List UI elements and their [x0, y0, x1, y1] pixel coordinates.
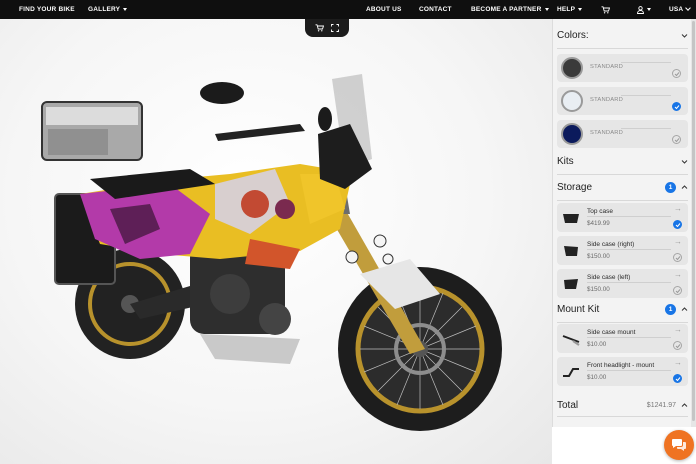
- check-icon: [673, 341, 682, 350]
- nav-contact[interactable]: CONTACT: [419, 0, 452, 19]
- section-mount-kit-header[interactable]: Mount Kit 1: [557, 297, 688, 323]
- item-price: $419.99: [587, 220, 610, 227]
- item-price: $10.00: [587, 374, 607, 381]
- total-label: Total: [557, 400, 579, 411]
- scrollbar-thumb[interactable]: [692, 21, 695, 421]
- check-icon: [672, 135, 681, 144]
- color-option-label: STANDARD: [590, 64, 624, 70]
- chevron-down-icon: [685, 5, 692, 11]
- section-storage-title: Storage: [557, 182, 593, 193]
- nav-help-label: HELP: [557, 6, 576, 13]
- section-kits-header[interactable]: Kits: [557, 149, 688, 175]
- side-case-thumbnail: [564, 246, 578, 256]
- color-swatch-navy: [561, 123, 583, 145]
- section-colors-header[interactable]: Colors:: [557, 23, 688, 49]
- mount-kit-count-badge: 1: [665, 304, 676, 315]
- nav-about-us[interactable]: ABOUT US: [366, 0, 402, 19]
- caret-down-icon: [647, 8, 651, 11]
- nav-about-us-label: ABOUT US: [366, 6, 402, 13]
- country-label: USA: [669, 6, 684, 13]
- caret-down-icon: [123, 8, 128, 11]
- check-icon: [673, 286, 682, 295]
- color-option-label: STANDARD: [590, 130, 624, 136]
- item-name: Front headlight - mount: [587, 362, 655, 369]
- storage-count-badge: 1: [665, 182, 676, 193]
- cart-button[interactable]: [601, 0, 610, 19]
- item-name: Side case mount: [587, 329, 636, 336]
- storage-item-top-case[interactable]: Top case $419.99 →: [557, 203, 688, 232]
- nav-become-partner[interactable]: BECOME A PARTNER: [471, 0, 549, 19]
- color-option-label: STANDARD: [590, 97, 624, 103]
- color-swatch-dark: [561, 57, 583, 79]
- check-icon: [672, 69, 681, 78]
- nav-help[interactable]: HELP: [557, 0, 583, 19]
- config-panel: Colors: STANDARD STANDARD STANDARD Kits: [552, 19, 696, 427]
- chevron-down-icon: [681, 34, 688, 38]
- side-case-mount-thumbnail: [562, 335, 580, 346]
- chat-icon: [672, 439, 686, 451]
- item-price: $150.00: [587, 253, 610, 260]
- check-icon: [673, 374, 682, 383]
- nav-contact-label: CONTACT: [419, 6, 452, 13]
- check-icon: [672, 102, 681, 111]
- nav-gallery-label: GALLERY: [88, 6, 121, 13]
- mount-item-side-case-mount[interactable]: Side case mount $10.00 →: [557, 324, 688, 353]
- section-mount-kit-title: Mount Kit: [557, 304, 600, 315]
- storage-item-side-case-left[interactable]: Side case (left) $150.00 →: [557, 269, 688, 298]
- headlight-mount-thumbnail: [563, 368, 579, 377]
- top-nav: FIND YOUR BIKE GALLERY ABOUT US CONTACT …: [0, 0, 696, 19]
- section-kits-title: Kits: [557, 156, 574, 167]
- nav-become-partner-label: BECOME A PARTNER: [471, 6, 542, 13]
- country-selector[interactable]: USA: [669, 0, 692, 19]
- nav-find-your-bike-label: FIND YOUR BIKE: [19, 6, 75, 13]
- section-storage-header[interactable]: Storage 1: [557, 175, 688, 201]
- chevron-up-icon: [681, 307, 688, 311]
- section-colors-title: Colors:: [557, 30, 589, 41]
- nav-gallery[interactable]: GALLERY: [88, 0, 128, 19]
- arrow-right-icon[interactable]: →: [674, 325, 682, 334]
- chevron-up-icon: [681, 403, 688, 407]
- bike-3d-viewer[interactable]: [0, 19, 552, 464]
- user-icon: [637, 5, 644, 14]
- caret-down-icon: [578, 8, 583, 11]
- arrow-right-icon[interactable]: →: [674, 358, 682, 367]
- account-menu[interactable]: [637, 0, 651, 19]
- total-value: $1241.97: [646, 402, 676, 409]
- top-case: [41, 101, 143, 161]
- color-option[interactable]: STANDARD: [557, 54, 688, 82]
- item-name: Side case (left): [587, 274, 631, 281]
- nav-find-your-bike[interactable]: FIND YOUR BIKE: [19, 0, 75, 19]
- arrow-right-icon[interactable]: →: [674, 204, 682, 213]
- side-case-thumbnail: [564, 279, 578, 289]
- color-option[interactable]: STANDARD: [557, 87, 688, 115]
- color-swatch-white: [561, 90, 583, 112]
- arrow-right-icon[interactable]: →: [674, 270, 682, 279]
- motorcycle-image: [41, 74, 502, 431]
- top-case-thumbnail: [563, 214, 579, 223]
- item-price: $10.00: [587, 341, 607, 348]
- storage-item-side-case-right[interactable]: Side case (right) $150.00 →: [557, 236, 688, 265]
- cart-icon: [601, 5, 610, 13]
- item-price: $150.00: [587, 286, 610, 293]
- chevron-down-icon: [681, 160, 688, 164]
- check-icon: [673, 253, 682, 262]
- check-icon: [673, 220, 682, 229]
- panel-scrollbar[interactable]: [691, 19, 696, 427]
- item-name: Side case (right): [587, 241, 635, 248]
- color-option[interactable]: STANDARD: [557, 120, 688, 148]
- chat-button[interactable]: [664, 430, 694, 460]
- item-name: Top case: [587, 208, 614, 215]
- caret-down-icon: [544, 8, 549, 11]
- chevron-up-icon: [681, 185, 688, 189]
- arrow-right-icon[interactable]: →: [674, 237, 682, 246]
- total-row[interactable]: Total $1241.97: [557, 395, 688, 417]
- mount-item-front-headlight[interactable]: Front headlight - mount $10.00 →: [557, 357, 688, 386]
